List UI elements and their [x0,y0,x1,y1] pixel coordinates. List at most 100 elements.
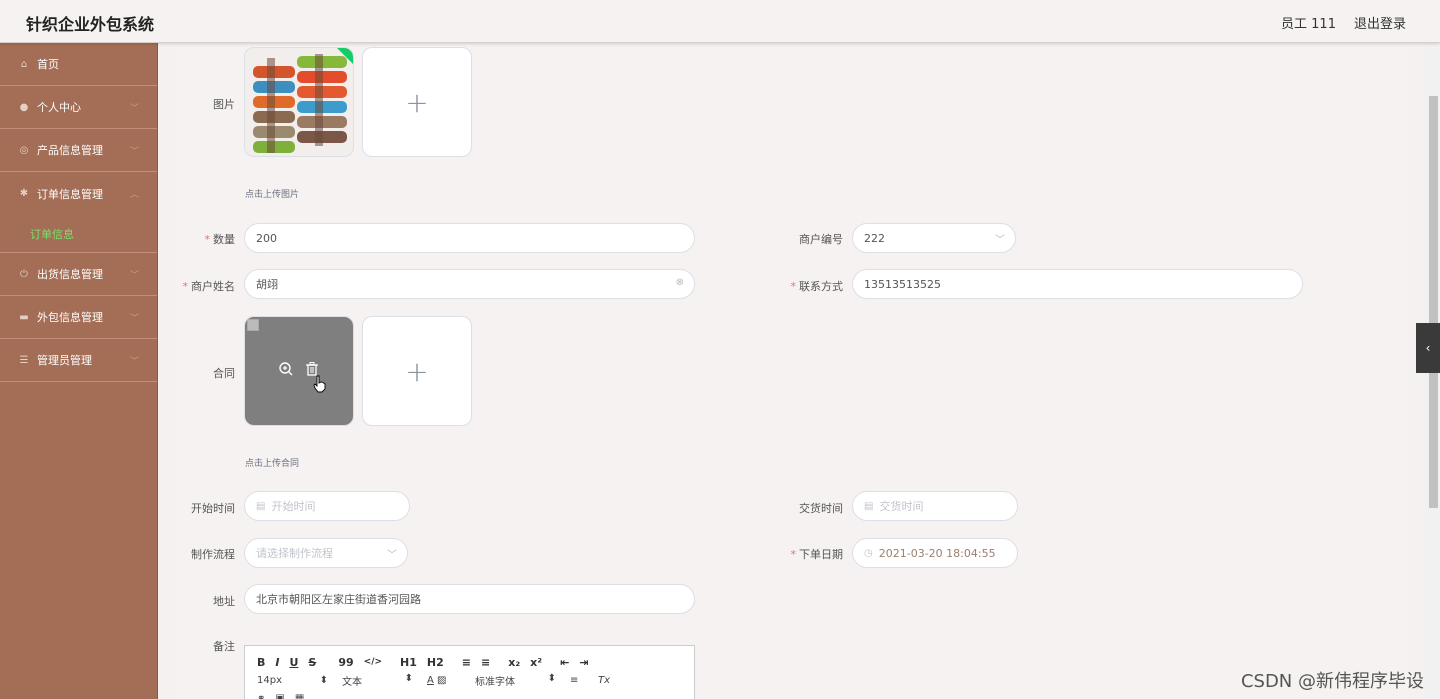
background-color-icon[interactable]: ▨ [437,675,446,686]
sidebar-subitem-order-info[interactable]: 订单信息 [0,215,157,253]
sidebar-item-label: 个人中心 [37,101,81,114]
product-image-thumbnail[interactable] [244,47,354,157]
order-icon: ✱ [19,188,29,199]
user-icon: ● [19,101,29,113]
towel-image [245,48,353,156]
video-icon[interactable]: ▦ [295,693,304,699]
contact-input[interactable]: 13513513525 [852,269,1303,299]
delivery-time-label: 交货时间 [799,502,843,515]
top-header: 针织企业外包系统 员工 111 退出登录 [0,0,1440,43]
broken-image-icon [247,319,259,331]
contact-label: * 联系方式 [790,280,844,293]
bullet-list-button[interactable]: ≡ [481,656,490,669]
home-icon: ⌂ [20,58,28,70]
h2-button[interactable]: H2 [427,656,444,669]
sidebar-item-outsource[interactable]: ▬ 外包信息管理 ﹀ [0,296,157,339]
sidebar-menu: ⌂ 首页 ● 个人中心 ﹀ ◎ 产品信息管理 ﹀ ✱ 订单信息管理 ︿ 订单信息… [0,43,158,699]
merchant-name-input[interactable]: 胡翊 ⊗ [244,269,695,299]
zoom-in-icon[interactable] [278,361,294,377]
blockquote-button[interactable]: 99 [338,656,353,669]
sidebar-item-shipping[interactable]: ⏻ 出货信息管理 ﹀ [0,253,157,296]
updown-icon: ⬍ [404,672,413,684]
image-upload-hint: 点击上传图片 [245,190,300,200]
underline-button[interactable]: U [289,656,298,669]
ordered-list-button[interactable]: ≡ [462,656,471,669]
clock-icon: ◷ [864,547,873,559]
mouse-cursor-icon [313,375,326,393]
chevron-down-icon: ﹀ [129,314,139,324]
font-color-icon[interactable]: A [427,675,434,686]
outdent-button[interactable]: ⇤ [560,656,569,669]
h1-button[interactable]: H1 [400,656,417,669]
font-family-select[interactable]: 标准字体 ⬍ [475,673,570,688]
address-input[interactable]: 北京市朝阳区左家庄街道香河园路 [244,584,695,614]
sidebar-item-profile[interactable]: ● 个人中心 ﹀ [0,86,157,129]
remark-label: 备注 [213,640,235,653]
chevron-down-icon: ﹀ [129,147,139,157]
color-buttons[interactable]: A ▨ [427,675,475,686]
align-icon[interactable]: ≡ [570,675,598,686]
editor-toolbar-row-2: 14px ⬍ 文本 ⬍ A ▨ 标准字体 ⬍ ≡ Tx [245,672,694,688]
sidebar-item-label: 产品信息管理 [37,144,103,157]
superscript-button[interactable]: x² [530,656,542,669]
contract-thumbnail[interactable] [244,316,354,426]
process-label: 制作流程 [191,548,235,561]
merchant-no-label: 商户编号 [799,233,843,246]
chevron-left-icon: ‹ [1425,341,1431,355]
code-button[interactable]: </> [364,657,382,667]
merchant-name-label: * 商户姓名 [182,280,236,293]
address-label: 地址 [213,595,235,608]
sidebar-item-product[interactable]: ◎ 产品信息管理 ﹀ [0,129,157,172]
sidebar-item-label: 出货信息管理 [37,268,103,281]
sidebar-item-label: 订单信息 [30,227,74,241]
sidebar-item-admin[interactable]: ☰ 管理员管理 ﹀ [0,339,157,382]
clear-icon[interactable]: ⊗ [676,277,684,288]
start-time-picker[interactable]: ▤ 开始时间 [244,491,410,521]
chevron-up-icon: ︿ [129,190,139,200]
shipping-icon: ⏻ [20,268,28,280]
calendar-icon: ▤ [256,500,266,512]
quantity-input[interactable]: 200 [244,223,695,253]
contract-upload-hint: 点击上传合同 [245,459,300,469]
outsource-icon: ▬ [19,311,29,323]
font-size-select[interactable]: 14px ⬍ [257,675,342,686]
order-date-picker[interactable]: ◷ 2021-03-20 18:04:55 [852,538,1018,568]
chevron-down-icon: ﹀ [129,271,139,281]
side-collapse-button[interactable]: ‹ [1416,323,1440,373]
image-icon[interactable]: ▣ [275,693,284,699]
link-icon[interactable]: ⚭ [257,693,265,699]
watermark: CSDN @新伟程序毕设 [1240,671,1424,692]
updown-icon: ⬍ [319,674,328,686]
sidebar-item-label: 管理员管理 [37,354,92,367]
sidebar-item-label: 订单信息管理 [37,187,103,201]
merchant-no-select[interactable]: 222 ﹀ [852,223,1016,253]
image-upload-button[interactable]: + [362,47,472,157]
process-select[interactable]: 请选择制作流程 ﹀ [244,538,408,568]
subscript-button[interactable]: x₂ [508,656,520,669]
sidebar-item-label: 外包信息管理 [37,311,103,324]
contract-upload-button[interactable]: + [362,316,472,426]
clear-format-icon[interactable]: Tx [598,675,610,686]
user-name: 员工 111 [1281,17,1336,32]
sidebar-item-order[interactable]: ✱ 订单信息管理 ︿ [0,172,157,215]
plus-icon: + [405,354,429,388]
chevron-down-icon: ﹀ [129,104,139,114]
rich-text-editor[interactable]: B I U S 99 </> H1 H2 ≡ ≡ x₂ x² ⇤ ⇥ 14px … [244,645,695,699]
scrollbar-thumb[interactable] [1429,96,1438,508]
calendar-icon: ▤ [864,500,874,512]
logout-link[interactable]: 退出登录 [1354,13,1406,32]
bold-button[interactable]: B [257,656,265,669]
strike-button[interactable]: S [308,656,316,669]
updown-icon: ⬍ [547,672,556,684]
image-label: 图片 [213,98,235,111]
text-type-select[interactable]: 文本 ⬍ [342,673,427,688]
chevron-down-icon: ﹀ [129,357,139,367]
delivery-time-picker[interactable]: ▤ 交货时间 [852,491,1018,521]
sidebar-item-label: 首页 [37,58,59,71]
sidebar-item-home[interactable]: ⌂ 首页 [0,43,157,86]
editor-toolbar-row-1: B I U S 99 </> H1 H2 ≡ ≡ x₂ x² ⇤ ⇥ [245,654,694,670]
chevron-down-icon: ﹀ [995,235,1005,246]
italic-button[interactable]: I [275,656,279,669]
order-date-label: * 下单日期 [790,548,844,561]
indent-button[interactable]: ⇥ [579,656,588,669]
